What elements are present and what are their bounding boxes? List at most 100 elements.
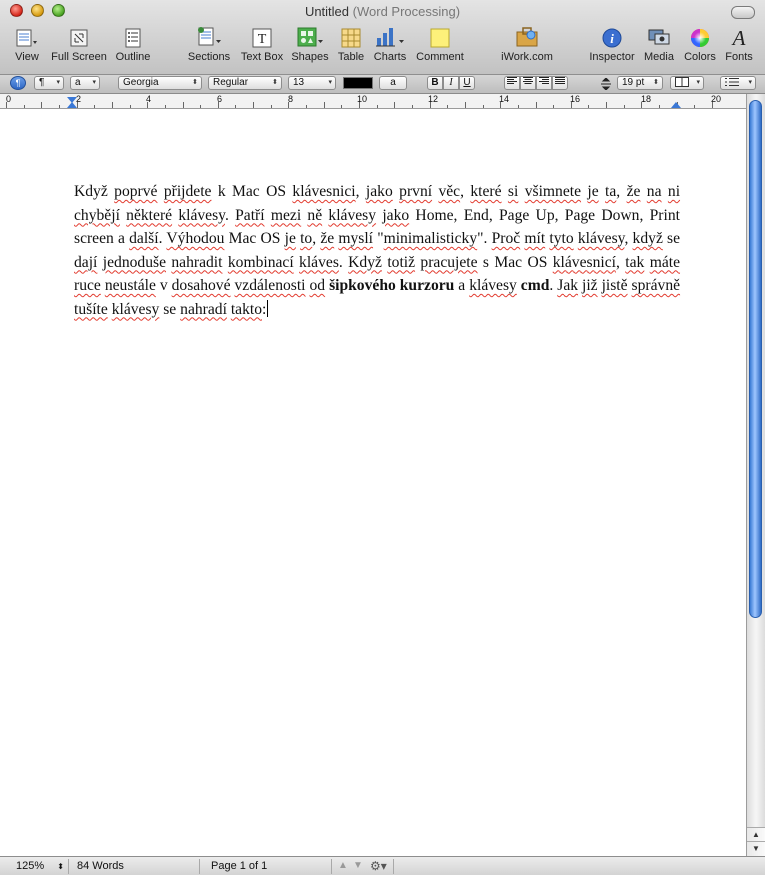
toolbar-textbox-button[interactable]: T Text Box: [238, 26, 286, 66]
scrollbar-thumb[interactable]: [749, 100, 762, 618]
misspelled-word: přijdete: [163, 183, 212, 200]
misspelled-word: tyto: [549, 230, 574, 247]
misspelled-word: ně: [307, 206, 323, 224]
toolbar-toggle-button[interactable]: [731, 6, 755, 19]
align-right-button[interactable]: [536, 76, 552, 90]
charts-icon: [372, 26, 408, 48]
misspelled-word: klávesy: [469, 277, 517, 294]
line-spacing-stepper[interactable]: 19 pt ⬍: [617, 76, 663, 90]
misspelled-word: kombinací: [227, 253, 294, 271]
toolbar-comment-button[interactable]: Comment: [415, 26, 465, 66]
misspelled-word: již: [582, 277, 598, 294]
ruler-tick: [129, 105, 131, 108]
text-background-label: a: [390, 77, 396, 88]
misspelled-word: věc: [438, 183, 461, 200]
character-style-popup[interactable]: a ▾: [70, 76, 100, 90]
window-title: Untitled (Word Processing): [0, 4, 765, 19]
zoom-level-popup[interactable]: 125% ⬍: [16, 860, 64, 872]
toolbar-outline-button[interactable]: Outline: [112, 26, 154, 66]
toolbar-inspector-button[interactable]: i Inspector: [586, 26, 638, 66]
misspelled-word: Patří: [235, 206, 265, 224]
toolbar-colors-button[interactable]: Colors: [681, 26, 719, 66]
full-screen-icon: [50, 26, 108, 48]
ruler-tick: [694, 105, 696, 108]
misspelled-word: Jak: [557, 277, 579, 294]
ruler-tick: [500, 102, 502, 108]
ruler-tick: [411, 105, 413, 108]
toolbar-media-button[interactable]: Media: [642, 26, 676, 66]
inspector-icon: i: [586, 26, 638, 48]
toolbar-media-label: Media: [644, 51, 674, 63]
bold-text-run: šipkového kurzoru: [329, 277, 455, 294]
toolbar-shapes-button[interactable]: Shapes: [291, 26, 329, 66]
scroll-up-arrow[interactable]: ▲: [747, 827, 765, 842]
font-family-value: Georgia: [123, 77, 159, 88]
text-color-well[interactable]: [343, 77, 373, 89]
align-right-icon: [539, 77, 549, 84]
align-center-button[interactable]: [520, 76, 536, 90]
misspelled-word: jako: [365, 183, 393, 200]
previous-page-arrow-icon[interactable]: ▲: [338, 860, 348, 871]
misspelled-word: pracujete: [420, 253, 478, 271]
text-background-color-well[interactable]: a: [379, 76, 407, 90]
toolbar-table-button[interactable]: Table: [335, 26, 367, 66]
misspelled-word: myslí: [338, 230, 374, 247]
ruler-tick: [482, 105, 484, 108]
left-indent-marker[interactable]: [67, 102, 77, 108]
misspelled-word: mezi: [270, 206, 302, 224]
misspelled-word: takto: [230, 300, 262, 318]
status-separator: [68, 859, 69, 874]
word-count: 84 Words: [77, 860, 124, 872]
svg-text:A: A: [731, 26, 746, 48]
svg-text:T: T: [258, 32, 267, 47]
toolbar-fullscreen-button[interactable]: Full Screen: [50, 26, 108, 66]
toolbar-charts-label: Charts: [373, 51, 407, 63]
misspelled-word: že: [320, 230, 335, 247]
align-left-button[interactable]: [504, 76, 520, 90]
toolbar-charts-button[interactable]: Charts: [372, 26, 408, 66]
zoom-stepper-icon: ⬍: [57, 862, 64, 871]
scroll-down-arrow[interactable]: ▼: [747, 841, 765, 856]
font-size-value: 13: [293, 77, 305, 88]
misspelled-word: je: [284, 230, 296, 247]
ruler-tick: [359, 102, 360, 108]
next-page-arrow-icon[interactable]: ▼: [353, 860, 363, 871]
horizontal-ruler[interactable]: 0 2 4 6 8 10 12 14 16 18 20: [0, 94, 765, 109]
ruler-tick: [570, 102, 572, 108]
misspelled-word: ta: [605, 183, 617, 200]
toolbar-sections-button[interactable]: Sections: [186, 26, 232, 66]
text-run: se: [662, 230, 681, 247]
toolbar-iwork-button[interactable]: iWork.com: [498, 26, 556, 66]
misspelled-word: klávesnicí: [552, 253, 616, 271]
misspelled-word: že: [626, 183, 641, 200]
toolbar-view-button[interactable]: View: [12, 26, 42, 66]
toolbar-outline-label: Outline: [115, 51, 151, 63]
font-typeface-popup[interactable]: Regular ⬍: [208, 76, 282, 90]
misspelled-word: první: [399, 183, 433, 200]
toolbar-fonts-button[interactable]: A Fonts: [723, 26, 755, 66]
ruler-tick: [588, 105, 590, 108]
bold-button[interactable]: B: [427, 76, 443, 90]
right-indent-marker[interactable]: [671, 102, 681, 108]
vertical-scrollbar[interactable]: ▲ ▼: [746, 94, 765, 856]
ruler-tick: [464, 102, 466, 108]
document-name: Untitled: [304, 4, 350, 19]
align-justify-button[interactable]: [552, 76, 568, 90]
status-separator: [199, 859, 200, 874]
misspelled-word: nahradit: [171, 253, 223, 271]
shapes-icon: [291, 26, 329, 48]
paragraph-style-popup[interactable]: ¶ ▾: [34, 76, 64, 90]
font-size-combo[interactable]: 13 ▾: [288, 76, 336, 90]
ruler-tick: [341, 105, 343, 108]
italic-button[interactable]: I: [443, 76, 459, 90]
font-family-popup[interactable]: Georgia ⬍: [118, 76, 202, 90]
document-body-text[interactable]: Když poprvé přijdete k Mac OS klávesnici…: [74, 180, 680, 321]
underline-button[interactable]: U: [459, 76, 475, 90]
misspelled-word: mít: [524, 230, 546, 247]
document-type: (Word Processing): [352, 4, 461, 19]
list-bullets-popup[interactable]: ▾: [720, 76, 756, 90]
action-gear-icon[interactable]: ⚙▾: [370, 859, 387, 873]
ruler-tick: [553, 105, 555, 108]
styles-drawer-button[interactable]: ¶: [10, 76, 26, 90]
columns-popup[interactable]: ▾: [670, 76, 704, 90]
